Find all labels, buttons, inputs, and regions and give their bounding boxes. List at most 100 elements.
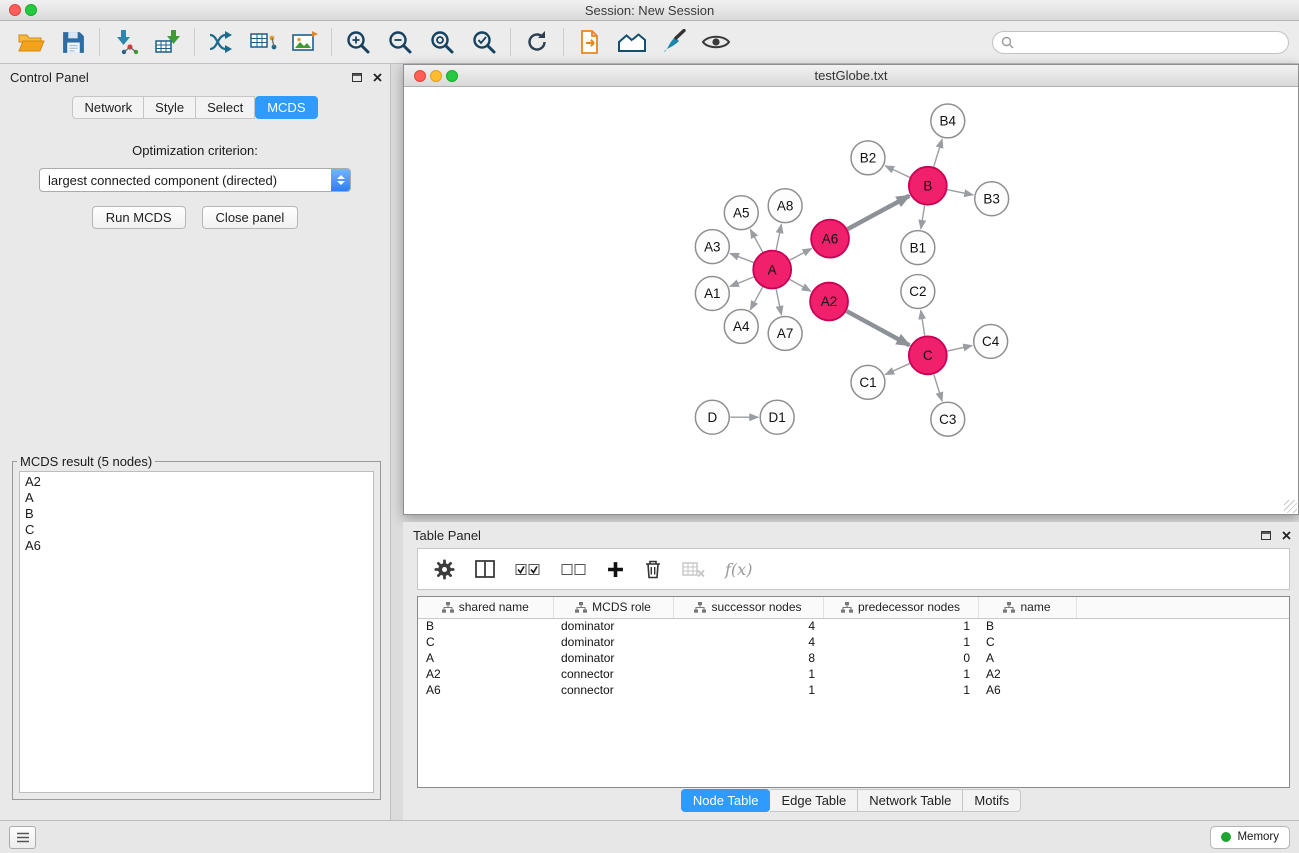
- column-header-predecessor-nodes[interactable]: predecessor nodes: [823, 597, 978, 618]
- edge-C-C4[interactable]: [947, 346, 972, 352]
- search-input[interactable]: [1019, 35, 1280, 49]
- edge-C-C3[interactable]: [934, 374, 942, 401]
- edge-A-A1[interactable]: [730, 277, 754, 286]
- tab-network-table[interactable]: Network Table: [858, 789, 963, 812]
- deselect-all-button[interactable]: [561, 563, 587, 576]
- mcds-result-list[interactable]: A2ABCA6: [19, 471, 374, 793]
- node-B3[interactable]: B3: [975, 182, 1009, 216]
- zoom-window-button[interactable]: [25, 4, 37, 16]
- node-table[interactable]: shared nameMCDS rolesuccessor nodesprede…: [417, 596, 1290, 788]
- edge-B-B4[interactable]: [934, 139, 943, 167]
- show-column-button[interactable]: [475, 560, 495, 578]
- close-window-button[interactable]: [9, 4, 21, 16]
- edge-A-A6[interactable]: [790, 249, 812, 261]
- zoom-in-button[interactable]: [337, 25, 379, 59]
- column-header-MCDS-role[interactable]: MCDS role: [553, 597, 673, 618]
- close-panel-button[interactable]: [373, 73, 382, 82]
- export-image-button[interactable]: [284, 25, 326, 59]
- optimization-criterion-select[interactable]: largest connected component (directed): [39, 168, 351, 192]
- float-panel-button[interactable]: [352, 73, 362, 82]
- node-A[interactable]: A: [753, 251, 791, 289]
- network-zoom-button[interactable]: [446, 70, 458, 82]
- result-item[interactable]: A: [25, 490, 368, 506]
- edge-A-A5[interactable]: [750, 229, 762, 252]
- tab-network[interactable]: Network: [72, 96, 144, 119]
- node-A3[interactable]: A3: [695, 230, 729, 264]
- network-window-titlebar[interactable]: testGlobe.txt: [404, 65, 1298, 87]
- node-C1[interactable]: C1: [851, 365, 885, 399]
- node-A8[interactable]: A8: [768, 189, 802, 223]
- edge-A-A2[interactable]: [790, 279, 811, 291]
- tab-edge-table[interactable]: Edge Table: [770, 789, 858, 812]
- network-canvas[interactable]: B4B2BB3A8A5A6A3B1AC2A1A2A4A7C4CC1DD1C3: [404, 87, 1298, 514]
- import-network-button[interactable]: [105, 25, 147, 59]
- result-item[interactable]: A6: [25, 538, 368, 554]
- memory-button[interactable]: Memory: [1210, 826, 1290, 849]
- table-row[interactable]: A2connector11A2: [418, 666, 1289, 682]
- network-minimize-button[interactable]: [430, 70, 442, 82]
- close-panel-button[interactable]: Close panel: [202, 206, 299, 229]
- result-item[interactable]: A2: [25, 474, 368, 490]
- delete-table-button[interactable]: [682, 562, 705, 577]
- edge-B-B1[interactable]: [921, 205, 925, 228]
- open-document-button[interactable]: [569, 25, 611, 59]
- result-item[interactable]: B: [25, 506, 368, 522]
- resize-grip[interactable]: [1284, 500, 1297, 513]
- edge-B-B2[interactable]: [885, 166, 910, 177]
- function-builder-button[interactable]: f(x): [725, 560, 752, 579]
- save-session-button[interactable]: [52, 25, 94, 59]
- zoom-fit-button[interactable]: [421, 25, 463, 59]
- edge-B-B3[interactable]: [947, 190, 973, 195]
- edge-A-A7[interactable]: [776, 289, 781, 315]
- table-row[interactable]: Adominator80A: [418, 650, 1289, 666]
- node-B2[interactable]: B2: [851, 141, 885, 175]
- result-item[interactable]: C: [25, 522, 368, 538]
- open-session-button[interactable]: [10, 25, 52, 59]
- node-B[interactable]: B: [909, 167, 947, 205]
- network-close-button[interactable]: [414, 70, 426, 82]
- table-row[interactable]: Bdominator41B: [418, 618, 1289, 634]
- task-history-button[interactable]: [9, 826, 36, 849]
- column-header-successor-nodes[interactable]: successor nodes: [673, 597, 823, 618]
- export-network-button[interactable]: [200, 25, 242, 59]
- node-D1[interactable]: D1: [760, 400, 794, 434]
- add-row-button[interactable]: [607, 561, 624, 578]
- node-B4[interactable]: B4: [931, 104, 965, 138]
- edge-A-A8[interactable]: [776, 224, 781, 250]
- import-table-button[interactable]: [147, 25, 189, 59]
- search-box[interactable]: [992, 31, 1289, 54]
- network-svg[interactable]: B4B2BB3A8A5A6A3B1AC2A1A2A4A7C4CC1DD1C3: [404, 87, 1298, 514]
- float-table-panel-button[interactable]: [1261, 531, 1271, 540]
- export-table-button[interactable]: [242, 25, 284, 59]
- node-C4[interactable]: C4: [974, 324, 1008, 358]
- column-header-shared-name[interactable]: shared name: [418, 597, 553, 618]
- zoom-selected-button[interactable]: [463, 25, 505, 59]
- show-hide-button[interactable]: [695, 25, 737, 59]
- delete-row-button[interactable]: [644, 559, 662, 579]
- node-C3[interactable]: C3: [931, 402, 965, 436]
- table-row[interactable]: Cdominator41C: [418, 634, 1289, 650]
- tab-node-table[interactable]: Node Table: [681, 789, 771, 812]
- refresh-button[interactable]: [516, 25, 558, 59]
- close-table-panel-button[interactable]: [1282, 531, 1291, 540]
- node-D[interactable]: D: [695, 400, 729, 434]
- node-A6[interactable]: A6: [811, 220, 849, 258]
- node-B1[interactable]: B1: [901, 231, 935, 265]
- edge-A2-C[interactable]: [847, 311, 910, 345]
- tab-mcds[interactable]: MCDS: [255, 96, 317, 119]
- style-brush-button[interactable]: [653, 25, 695, 59]
- tab-select[interactable]: Select: [196, 96, 255, 119]
- edge-A-A3[interactable]: [730, 253, 754, 262]
- tab-style[interactable]: Style: [144, 96, 196, 119]
- edge-C-C2[interactable]: [921, 310, 925, 335]
- edge-A-A4[interactable]: [750, 287, 762, 310]
- node-A1[interactable]: A1: [695, 277, 729, 311]
- table-row[interactable]: A6connector11A6: [418, 682, 1289, 698]
- node-C2[interactable]: C2: [901, 275, 935, 309]
- node-A2[interactable]: A2: [810, 283, 848, 321]
- column-header-name[interactable]: name: [978, 597, 1076, 618]
- select-all-button[interactable]: [515, 563, 541, 576]
- node-A4[interactable]: A4: [724, 309, 758, 343]
- tab-motifs[interactable]: Motifs: [963, 789, 1021, 812]
- edge-C-C1[interactable]: [885, 364, 909, 375]
